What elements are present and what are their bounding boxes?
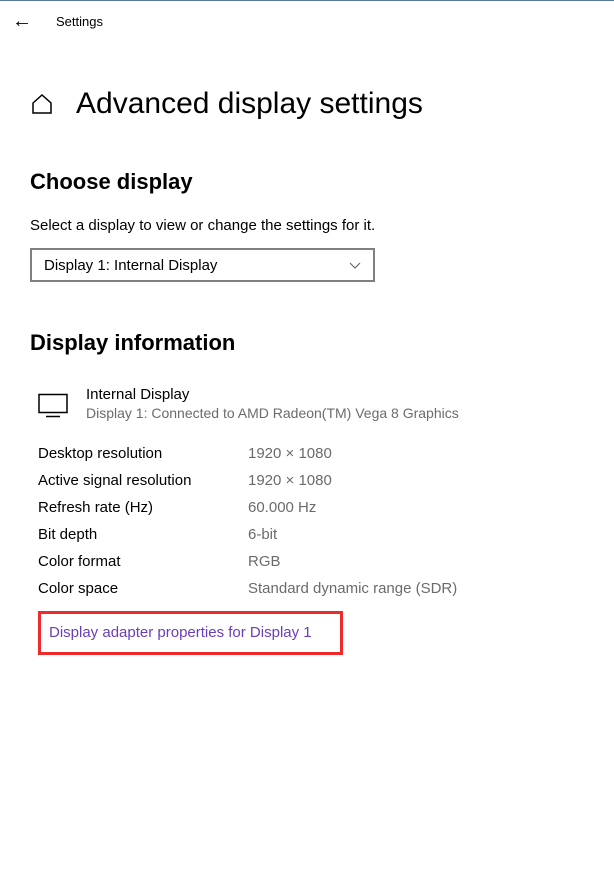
table-row: Color format RGB bbox=[38, 553, 584, 570]
info-value: RGB bbox=[248, 553, 281, 570]
info-label: Active signal resolution bbox=[38, 472, 248, 489]
info-label: Color space bbox=[38, 580, 248, 597]
info-value: 6-bit bbox=[248, 526, 277, 543]
monitor-icon bbox=[38, 390, 68, 421]
dropdown-selected-value: Display 1: Internal Display bbox=[44, 257, 217, 274]
display-info-table: Desktop resolution 1920 × 1080 Active si… bbox=[38, 445, 584, 655]
window-title: Settings bbox=[56, 14, 103, 29]
table-row: Active signal resolution 1920 × 1080 bbox=[38, 472, 584, 489]
display-adapter-properties-link[interactable]: Display adapter properties for Display 1 bbox=[49, 624, 312, 641]
info-value: Standard dynamic range (SDR) bbox=[248, 580, 457, 597]
home-icon[interactable] bbox=[30, 92, 54, 116]
page-title-row: Advanced display settings bbox=[30, 87, 584, 121]
table-row: Refresh rate (Hz) 60.000 Hz bbox=[38, 499, 584, 516]
choose-display-desc: Select a display to view or change the s… bbox=[30, 217, 584, 234]
display-info-heading: Display information bbox=[30, 330, 584, 356]
info-value: 1920 × 1080 bbox=[248, 445, 332, 462]
display-connection-label: Display 1: Connected to AMD Radeon(TM) V… bbox=[86, 405, 459, 421]
info-value: 1920 × 1080 bbox=[248, 472, 332, 489]
chevron-down-icon bbox=[349, 259, 361, 271]
display-name: Internal Display bbox=[86, 386, 459, 403]
page-title: Advanced display settings bbox=[76, 87, 423, 121]
info-value: 60.000 Hz bbox=[248, 499, 316, 516]
highlight-box: Display adapter properties for Display 1 bbox=[38, 611, 343, 655]
window-header: ← Settings bbox=[0, 0, 614, 41]
display-card: Internal Display Display 1: Connected to… bbox=[38, 386, 584, 421]
info-label: Bit depth bbox=[38, 526, 248, 543]
choose-display-heading: Choose display bbox=[30, 169, 584, 195]
info-label: Color format bbox=[38, 553, 248, 570]
table-row: Bit depth 6-bit bbox=[38, 526, 584, 543]
back-arrow-icon[interactable]: ← bbox=[12, 11, 32, 31]
info-label: Refresh rate (Hz) bbox=[38, 499, 248, 516]
display-select-dropdown[interactable]: Display 1: Internal Display bbox=[30, 248, 375, 282]
table-row: Desktop resolution 1920 × 1080 bbox=[38, 445, 584, 462]
table-row: Color space Standard dynamic range (SDR) bbox=[38, 580, 584, 597]
info-label: Desktop resolution bbox=[38, 445, 248, 462]
